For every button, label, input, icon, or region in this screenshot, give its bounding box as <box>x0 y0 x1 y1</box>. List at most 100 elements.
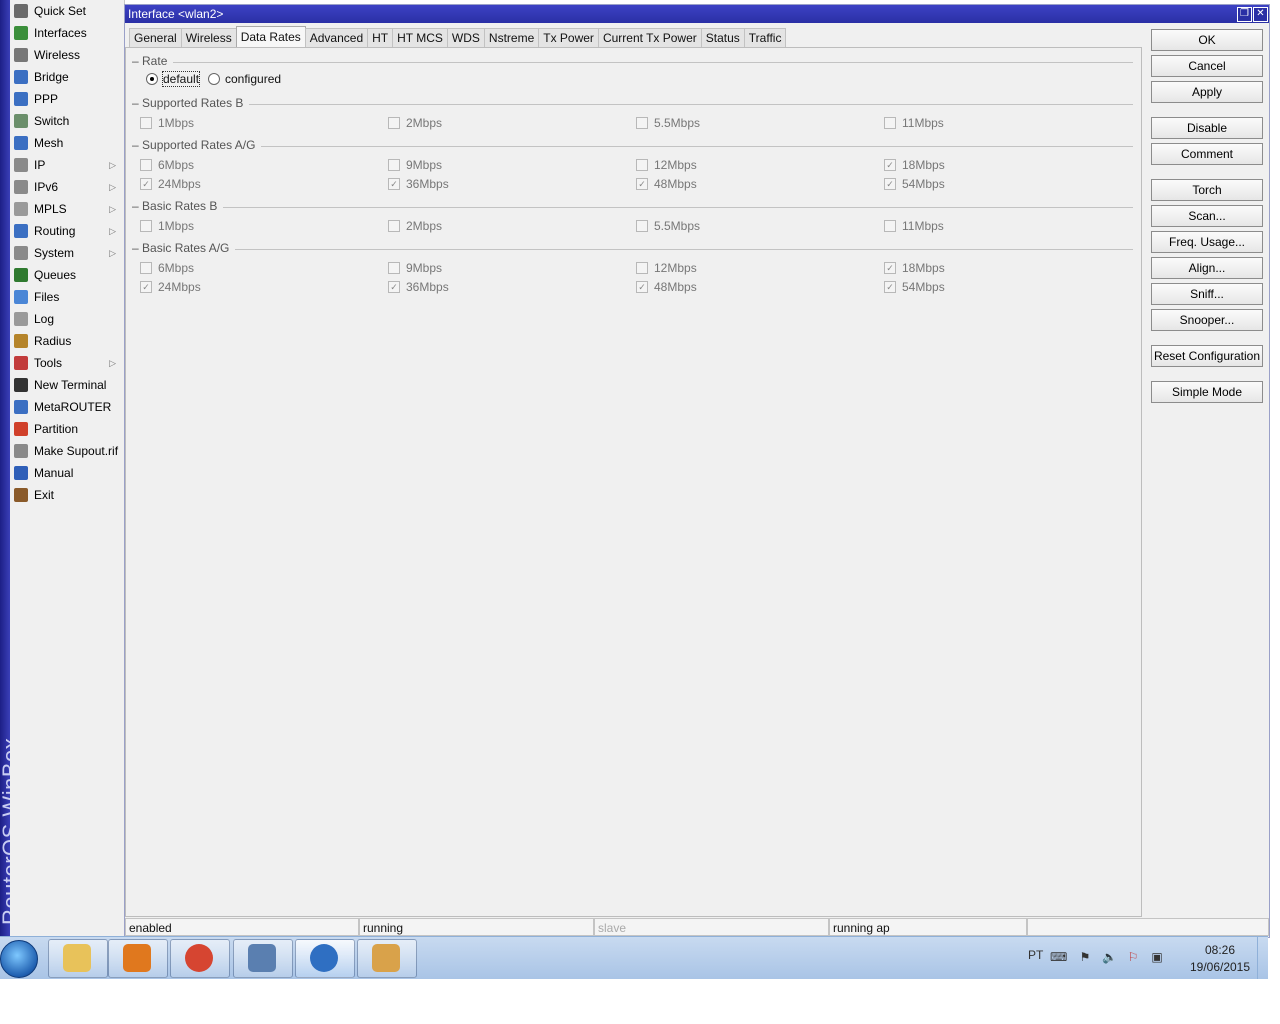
menu-item-metarouter[interactable]: MetaROUTER <box>10 396 124 418</box>
checkbox-unchecked-icon[interactable] <box>636 219 648 232</box>
rate-checkbox-basic-rates-b-5-5mbps[interactable]: 5.5Mbps <box>636 218 700 234</box>
checkbox-unchecked-icon[interactable] <box>636 158 648 171</box>
tab-traffic[interactable]: Traffic <box>743 28 787 48</box>
simple-mode-button[interactable]: Simple Mode <box>1151 381 1263 403</box>
tab-ht[interactable]: HT <box>367 28 394 48</box>
tab-advanced[interactable]: Advanced <box>304 28 369 48</box>
menu-item-log[interactable]: Log <box>10 308 124 330</box>
rate-checkbox-supported-rates-a-g-9mbps[interactable]: 9Mbps <box>388 157 442 173</box>
menu-item-bridge[interactable]: Bridge <box>10 66 124 88</box>
rate-checkbox-basic-rates-b-1mbps[interactable]: 1Mbps <box>140 218 194 234</box>
tab-status[interactable]: Status <box>700 28 745 48</box>
checkbox-checked-icon[interactable]: ✓ <box>388 280 400 293</box>
start-button[interactable] <box>0 940 38 978</box>
tab-wireless[interactable]: Wireless <box>180 28 237 48</box>
taskbar-app-4[interactable] <box>233 939 293 978</box>
rate-checkbox-basic-rates-b-2mbps[interactable]: 2Mbps <box>388 218 442 234</box>
rate-checkbox-basic-rates-a-g-36mbps[interactable]: ✓ 36Mbps <box>388 279 449 295</box>
menu-item-routing[interactable]: Routing ▷ <box>10 220 124 242</box>
rate-checkbox-basic-rates-a-g-9mbps[interactable]: 9Mbps <box>388 260 442 276</box>
scan-button[interactable]: Scan... <box>1151 205 1263 227</box>
menu-item-new-terminal[interactable]: New Terminal <box>10 374 124 396</box>
rate-checkbox-supported-rates-a-g-54mbps[interactable]: ✓ 54Mbps <box>884 176 945 192</box>
taskbar-app-1[interactable] <box>48 939 108 978</box>
menu-item-manual[interactable]: Manual <box>10 462 124 484</box>
comment-button[interactable]: Comment <box>1151 143 1263 165</box>
show-desktop-button[interactable] <box>1257 937 1268 979</box>
menu-item-files[interactable]: Files <box>10 286 124 308</box>
rate-checkbox-supported-rates-a-g-48mbps[interactable]: ✓ 48Mbps <box>636 176 697 192</box>
radio-configured[interactable] <box>208 72 220 85</box>
rate-checkbox-supported-rates-a-g-24mbps[interactable]: ✓ 24Mbps <box>140 176 201 192</box>
ok-button[interactable]: OK <box>1151 29 1263 51</box>
menu-item-exit[interactable]: Exit <box>10 484 124 506</box>
menu-item-radius[interactable]: Radius <box>10 330 124 352</box>
restore-icon[interactable]: ❐ <box>1237 7 1252 22</box>
checkbox-checked-icon[interactable]: ✓ <box>884 261 896 274</box>
rate-checkbox-basic-rates-a-g-6mbps[interactable]: 6Mbps <box>140 260 194 276</box>
rate-checkbox-supported-rates-b-5-5mbps[interactable]: 5.5Mbps <box>636 115 700 131</box>
action-center-icon[interactable]: ⚑ <box>1078 950 1092 964</box>
close-icon[interactable]: ✕ <box>1253 7 1268 22</box>
checkbox-unchecked-icon[interactable] <box>388 219 400 232</box>
rate-option-configured[interactable]: configured <box>208 71 281 87</box>
menu-item-switch[interactable]: Switch <box>10 110 124 132</box>
checkbox-checked-icon[interactable]: ✓ <box>388 177 400 190</box>
cancel-button[interactable]: Cancel <box>1151 55 1263 77</box>
checkbox-unchecked-icon[interactable] <box>636 116 648 129</box>
menu-item-tools[interactable]: Tools ▷ <box>10 352 124 374</box>
tab-ht-mcs[interactable]: HT MCS <box>392 28 448 48</box>
clock-time[interactable]: 08:26 <box>1190 943 1250 957</box>
checkbox-unchecked-icon[interactable] <box>140 158 152 171</box>
checkbox-unchecked-icon[interactable] <box>388 158 400 171</box>
menu-item-make-supout-rif[interactable]: Make Supout.rif <box>10 440 124 462</box>
menu-item-queues[interactable]: Queues <box>10 264 124 286</box>
checkbox-checked-icon[interactable]: ✓ <box>884 158 896 171</box>
language-indicator[interactable]: PT <box>1028 948 1043 962</box>
radio-default[interactable] <box>146 72 158 85</box>
menu-item-interfaces[interactable]: Interfaces <box>10 22 124 44</box>
keyboard-icon[interactable]: ⌨ <box>1050 950 1067 964</box>
rate-checkbox-supported-rates-b-2mbps[interactable]: 2Mbps <box>388 115 442 131</box>
rate-checkbox-basic-rates-a-g-54mbps[interactable]: ✓ 54Mbps <box>884 279 945 295</box>
checkbox-unchecked-icon[interactable] <box>884 219 896 232</box>
tab-tx-power[interactable]: Tx Power <box>538 28 599 48</box>
apply-button[interactable]: Apply <box>1151 81 1263 103</box>
taskbar-app-3[interactable] <box>170 939 230 978</box>
window-titlebar[interactable]: Interface <wlan2> ❐ ✕ <box>125 5 1269 23</box>
menu-item-mpls[interactable]: MPLS ▷ <box>10 198 124 220</box>
taskbar-app-2[interactable] <box>108 939 168 978</box>
checkbox-checked-icon[interactable]: ✓ <box>140 280 152 293</box>
checkbox-unchecked-icon[interactable] <box>388 261 400 274</box>
rate-checkbox-supported-rates-a-g-12mbps[interactable]: 12Mbps <box>636 157 697 173</box>
checkbox-checked-icon[interactable]: ✓ <box>140 177 152 190</box>
checkbox-checked-icon[interactable]: ✓ <box>884 280 896 293</box>
menu-item-ppp[interactable]: PPP <box>10 88 124 110</box>
taskbar-app-6[interactable] <box>357 939 417 978</box>
reset-configuration-button[interactable]: Reset Configuration <box>1151 345 1263 367</box>
rate-option-default[interactable]: default <box>146 71 201 87</box>
rate-checkbox-supported-rates-b-1mbps[interactable]: 1Mbps <box>140 115 194 131</box>
menu-item-mesh[interactable]: Mesh <box>10 132 124 154</box>
checkbox-checked-icon[interactable]: ✓ <box>636 177 648 190</box>
disable-button[interactable]: Disable <box>1151 117 1263 139</box>
menu-item-system[interactable]: System ▷ <box>10 242 124 264</box>
torch-button[interactable]: Torch <box>1151 179 1263 201</box>
tab-nstreme[interactable]: Nstreme <box>483 28 540 48</box>
rate-checkbox-basic-rates-b-11mbps[interactable]: 11Mbps <box>884 218 944 234</box>
rate-checkbox-supported-rates-a-g-6mbps[interactable]: 6Mbps <box>140 157 194 173</box>
rate-checkbox-basic-rates-a-g-18mbps[interactable]: ✓ 18Mbps <box>884 260 945 276</box>
checkbox-checked-icon[interactable]: ✓ <box>636 280 648 293</box>
network-icon[interactable]: ▣ <box>1150 950 1164 964</box>
align-button[interactable]: Align... <box>1151 257 1263 279</box>
rate-checkbox-supported-rates-a-g-18mbps[interactable]: ✓ 18Mbps <box>884 157 945 173</box>
menu-item-quick-set[interactable]: Quick Set <box>10 0 124 22</box>
menu-item-ip[interactable]: IP ▷ <box>10 154 124 176</box>
checkbox-checked-icon[interactable]: ✓ <box>884 177 896 190</box>
tab-wds[interactable]: WDS <box>446 28 485 48</box>
rate-checkbox-supported-rates-a-g-36mbps[interactable]: ✓ 36Mbps <box>388 176 449 192</box>
taskbar-app-5[interactable] <box>295 939 355 978</box>
menu-item-ipv6[interactable]: IPv6 ▷ <box>10 176 124 198</box>
volume-icon[interactable]: 🔈 <box>1102 950 1117 964</box>
checkbox-unchecked-icon[interactable] <box>884 116 896 129</box>
